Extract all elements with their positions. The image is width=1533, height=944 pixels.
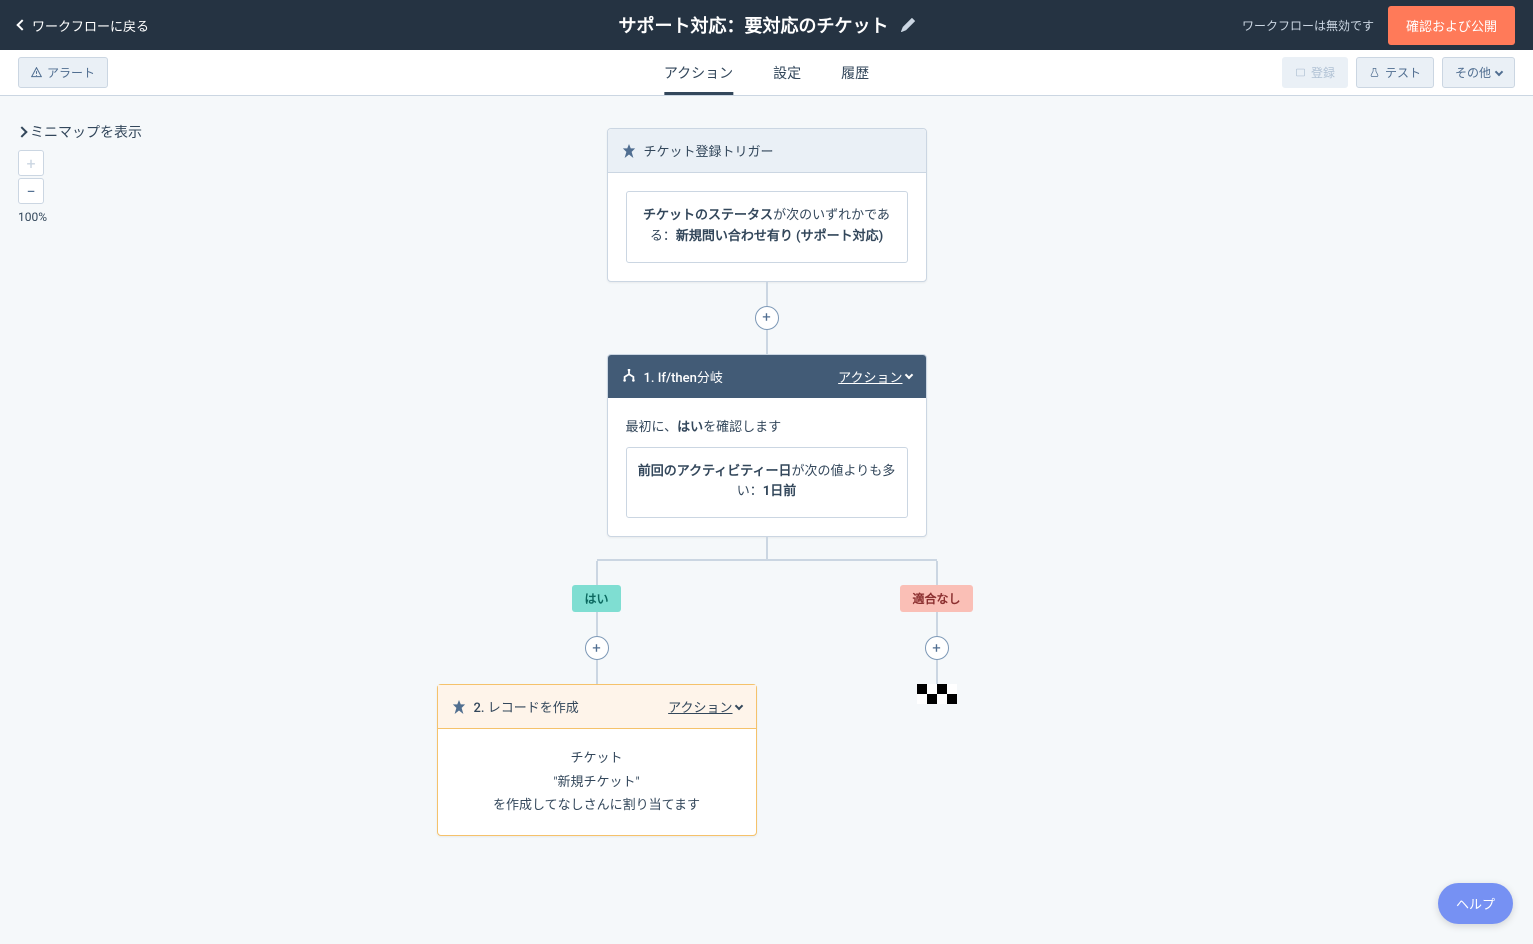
tab-action[interactable]: アクション — [664, 50, 733, 95]
back-to-workflows-link[interactable]: ワークフローに戻る — [18, 16, 149, 35]
back-label: ワークフローに戻る — [32, 16, 149, 35]
chevron-down-icon — [904, 371, 912, 379]
end-marker — [917, 684, 957, 704]
minimap-toggle[interactable]: ミニマップを表示 — [18, 122, 142, 142]
connector-line — [766, 282, 768, 306]
trigger-icon — [622, 144, 636, 158]
add-action-button[interactable]: + — [755, 306, 779, 330]
alerts-label: アラート — [47, 64, 95, 81]
record-action-link[interactable]: アクション — [668, 697, 741, 716]
zoom-in-button[interactable]: + — [18, 150, 44, 176]
register-label: 登録 — [1311, 64, 1335, 81]
connector-line — [766, 537, 768, 559]
record-card[interactable]: 2. レコードを作成 アクション チケット "新規チケット" を作成してなしさん… — [437, 684, 757, 836]
chevron-down-icon — [734, 701, 742, 709]
more-button[interactable]: その他 — [1442, 57, 1515, 88]
branch-title: 1. If/then分岐 — [644, 367, 723, 386]
record-title: 2. レコードを作成 — [474, 697, 579, 716]
chevron-left-icon — [16, 19, 27, 30]
record-body-text: チケット "新規チケット" を作成してなしさんに割り当てます — [456, 747, 738, 817]
register-button: 登録 — [1282, 57, 1348, 88]
help-button[interactable]: ヘルプ — [1438, 883, 1513, 924]
connector-line — [766, 330, 768, 354]
chevron-down-icon — [1495, 67, 1503, 75]
connector-line — [936, 612, 938, 636]
branch-no-label[interactable]: 適合なし — [900, 585, 972, 612]
workflow-canvas[interactable]: ミニマップを表示 + − 100% チケット登録トリガー チケットのステータスが… — [0, 96, 1533, 944]
tab-settings[interactable]: 設定 — [773, 50, 801, 95]
workflow-title: サポート対応：要対応のチケット — [619, 12, 889, 38]
more-label: その他 — [1455, 64, 1491, 81]
connector-line — [936, 561, 938, 585]
connector-line — [596, 612, 598, 636]
test-button[interactable]: テスト — [1356, 57, 1434, 88]
branch-action-link[interactable]: アクション — [838, 367, 911, 386]
test-icon — [1369, 67, 1380, 78]
register-icon — [1295, 67, 1306, 78]
publish-button[interactable]: 確認および公開 — [1388, 6, 1515, 45]
trigger-card[interactable]: チケット登録トリガー チケットのステータスが次のいずれかである：新規問い合わせ有… — [607, 128, 927, 282]
trigger-condition: チケットのステータスが次のいずれかである：新規問い合わせ有り (サポート対応) — [626, 191, 908, 263]
zoom-level: 100% — [18, 210, 47, 224]
trigger-title: チケット登録トリガー — [644, 141, 774, 160]
branch-card[interactable]: 1. If/then分岐 アクション 最初に、はいを確認します 前回のアクティビ… — [607, 354, 927, 538]
branch-condition: 前回のアクティビティー日が次の値よりも多い：1日前 — [626, 447, 908, 519]
zoom-out-button[interactable]: − — [18, 178, 44, 204]
tab-history[interactable]: 履歴 — [841, 50, 869, 95]
edit-icon[interactable] — [901, 18, 915, 32]
connector-line — [596, 660, 598, 684]
branch-icon — [622, 369, 636, 383]
workflow-disabled-text: ワークフローは無効です — [1242, 17, 1374, 34]
minimap-label: ミニマップを表示 — [30, 122, 142, 142]
add-action-button[interactable]: + — [925, 636, 949, 660]
test-label: テスト — [1385, 64, 1421, 81]
alerts-button[interactable]: アラート — [18, 57, 108, 88]
branch-intro-text: 最初に、はいを確認します — [626, 416, 908, 435]
connector-line — [596, 561, 598, 585]
chevron-right-icon — [16, 126, 27, 137]
add-action-button[interactable]: + — [585, 636, 609, 660]
connector-line — [936, 660, 938, 684]
alert-icon — [31, 67, 42, 78]
branch-yes-label[interactable]: はい — [572, 585, 620, 612]
record-icon — [452, 700, 466, 714]
